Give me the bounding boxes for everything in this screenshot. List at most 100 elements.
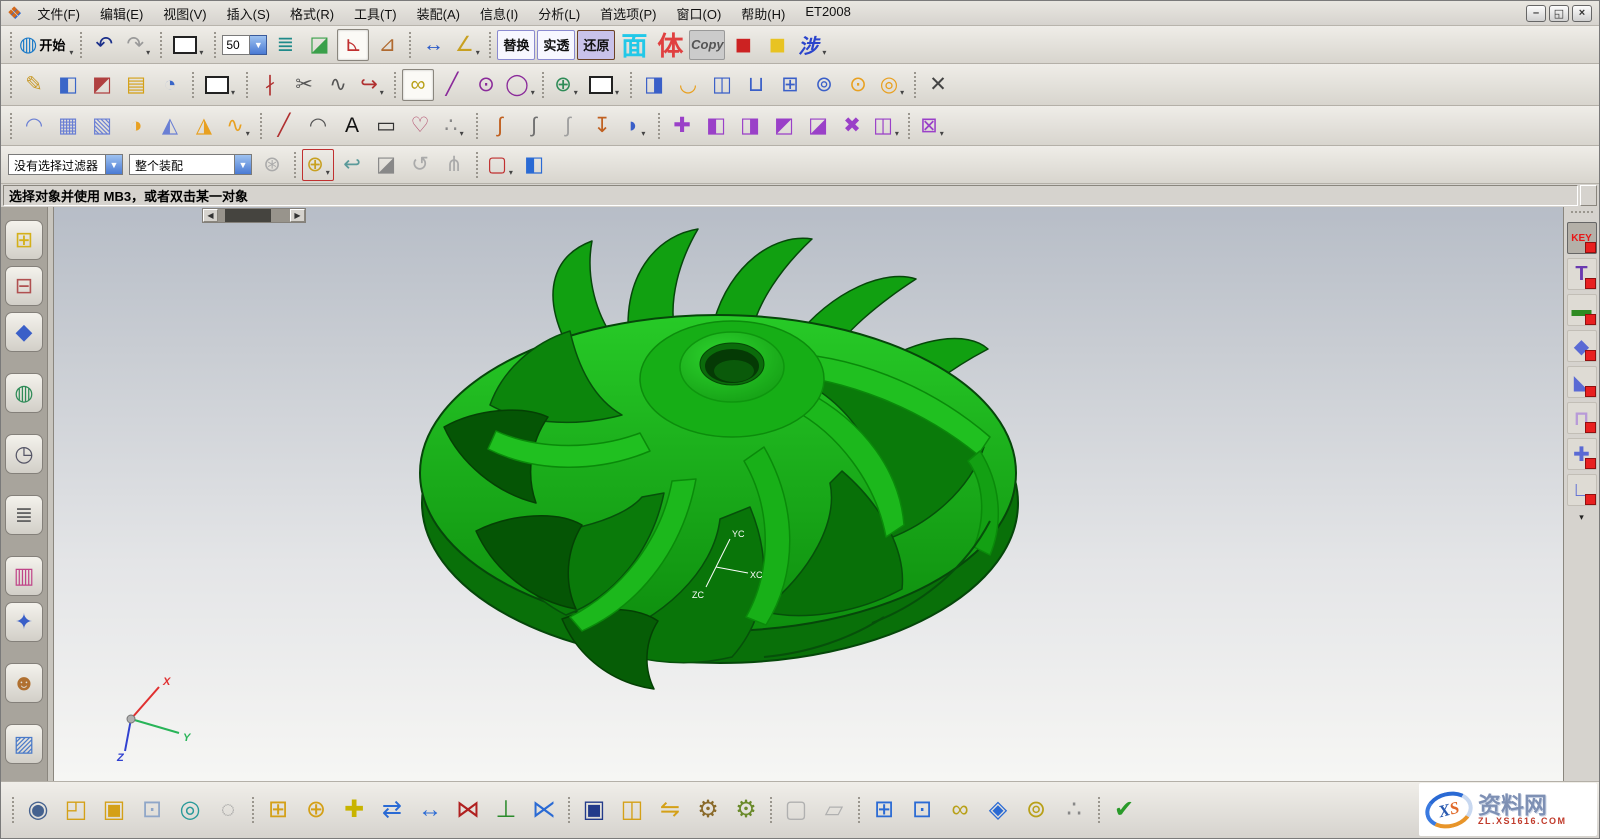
delete-face-button[interactable]: ✖ [836, 110, 868, 142]
exploded-views-button[interactable]: ⊡ [904, 791, 940, 829]
layer-in-view-button[interactable]: ◪ [303, 29, 335, 61]
roles-button[interactable]: ☻ [5, 663, 43, 703]
remember-constraints-button[interactable]: ▣ [576, 791, 612, 829]
wcs-orient-button[interactable]: ⊿ [371, 29, 403, 61]
relations-info-button[interactable]: ⊚ [1018, 791, 1054, 829]
toolbar-grip[interactable] [10, 32, 12, 58]
materials-button[interactable]: ▥ [5, 556, 43, 596]
menu-information[interactable]: 信息(I) [470, 2, 528, 25]
block-part-item[interactable]: ▬ [1567, 294, 1597, 326]
cup-part-item[interactable]: ⊓ [1567, 402, 1597, 434]
new-component-button[interactable]: ⊕ [298, 791, 334, 829]
join-curve-button[interactable]: ∞ [402, 69, 434, 101]
basic-shapes-button[interactable]: ⊕▾ [550, 69, 582, 101]
replace-face-button[interactable]: ◩ [768, 110, 800, 142]
scrollbar-track[interactable] [218, 209, 290, 222]
snap-point-button[interactable]: ⊕▾ [302, 149, 334, 181]
handle-button[interactable]: ⋔ [438, 149, 470, 181]
face-select-button[interactable]: 面 [617, 29, 651, 61]
chevron-down-icon[interactable]: ▾ [940, 129, 944, 141]
cross-part-item[interactable]: ✚ [1567, 438, 1597, 470]
plate-part-item[interactable]: ◣ [1567, 366, 1597, 398]
find-component-button[interactable]: ◉ [20, 791, 56, 829]
impeller-model[interactable]: YC XC ZC [414, 221, 1034, 721]
display-mode-swatch[interactable]: ▾ [168, 29, 208, 61]
revolve-button[interactable]: ◡ [672, 69, 704, 101]
bolt-part-item[interactable]: T [1567, 258, 1597, 290]
measure-angle-button[interactable]: ∠▾ [451, 29, 483, 61]
show-dof-button[interactable]: ⊥ [488, 791, 524, 829]
selection-scope-dropdown[interactable]: 整个装配 ▼ [129, 154, 252, 175]
suppression-variant-button[interactable]: ⚙ [728, 791, 764, 829]
sketch-plane-swatch[interactable]: ▾ [584, 69, 624, 101]
scrollbar-thumb[interactable] [225, 209, 271, 222]
palettes-button[interactable]: ≣ [5, 495, 43, 535]
wrap-curve-button[interactable]: ◗▾ [620, 110, 652, 142]
shell-button[interactable]: ⊔ [740, 69, 772, 101]
replace-component-button[interactable]: ⇋ [652, 791, 688, 829]
toolbar-grip[interactable] [12, 797, 14, 823]
chevron-down-icon[interactable]: ▼ [250, 35, 267, 55]
undo-button[interactable]: ↶ [88, 29, 120, 61]
red-block-button[interactable]: ◼ [727, 29, 759, 61]
chevron-down-icon[interactable]: ▾ [895, 129, 899, 141]
bridge-curve-button[interactable]: ∫ [552, 110, 584, 142]
explode-assembly-button[interactable]: ⊡ [134, 791, 170, 829]
menu-tools[interactable]: 工具(T) [344, 2, 407, 25]
palette-drag-handle[interactable] [1571, 211, 1593, 216]
history-button[interactable]: ◷ [5, 434, 43, 474]
fillet-curve-button[interactable]: ∿ [322, 69, 354, 101]
chevron-down-icon[interactable]: ▼ [105, 155, 122, 174]
minimize-button[interactable]: – [1526, 5, 1546, 22]
copy-face-button[interactable]: ◫▾ [870, 110, 902, 142]
body-select-button[interactable]: 体 [653, 29, 687, 61]
offset-curve-button[interactable]: ∫ [484, 110, 516, 142]
chevron-down-icon[interactable]: ▾ [531, 88, 535, 100]
datum-plane-button[interactable]: ▤ [120, 69, 152, 101]
chevron-down-icon[interactable]: ▾ [476, 48, 480, 60]
trim-body-button[interactable]: ◫ [706, 69, 738, 101]
display-plane-swatch[interactable]: ▾ [200, 69, 240, 101]
chevron-down-icon[interactable]: ▾ [822, 48, 826, 60]
chevron-down-icon[interactable]: ▾ [69, 48, 73, 60]
elbow-part-item[interactable]: ∟ [1567, 474, 1597, 506]
chevron-down-icon[interactable]: ▾ [615, 88, 619, 100]
chevron-down-icon[interactable]: ▾ [146, 48, 150, 60]
studio-surface-button[interactable]: ∿▾ [222, 110, 254, 142]
snapshot-button[interactable]: ◎ [172, 791, 208, 829]
move-component-button[interactable]: ↔ [412, 791, 448, 829]
menu-window[interactable]: 窗口(O) [667, 2, 732, 25]
menu-preferences[interactable]: 首选项(P) [590, 2, 666, 25]
interference-button[interactable]: 涉▾ [795, 29, 827, 61]
extend-curve-button[interactable]: ↪▾ [356, 69, 388, 101]
arrangements-button[interactable]: ⊞ [866, 791, 902, 829]
deferred-update-button[interactable]: ▢ [778, 791, 814, 829]
divide-curve-button[interactable]: ✂ [288, 69, 320, 101]
toolbar-grip[interactable] [10, 72, 12, 98]
canvas-top-scrollbar[interactable]: ◀ ▶ [202, 208, 306, 223]
offset-in-face-button[interactable]: ∫ [518, 110, 550, 142]
datum-csys-button[interactable]: ✕ [922, 69, 954, 101]
chevron-down-icon[interactable]: ▾ [641, 129, 645, 141]
resize-face-button[interactable]: ⊠▾ [916, 110, 948, 142]
constraint-navigator-button[interactable]: ⊟ [5, 266, 43, 306]
circle-button[interactable]: ◯▾ [504, 69, 536, 101]
chevron-down-icon[interactable]: ▾ [231, 88, 235, 100]
menu-edit[interactable]: 编辑(E) [90, 2, 153, 25]
line-button[interactable]: ╱ [436, 69, 468, 101]
extrude-button[interactable]: ◨ [638, 69, 670, 101]
blend-button[interactable]: ◎▾ [876, 69, 908, 101]
menu-analysis[interactable]: 分析(L) [528, 2, 590, 25]
gallery-button[interactable]: ▨ [5, 724, 43, 764]
shaded-view-button[interactable]: ◧ [518, 149, 550, 181]
ruled-surface-button[interactable]: ◠ [18, 110, 50, 142]
measure-distance-button[interactable]: ↔ [417, 29, 449, 61]
move-face-button[interactable]: ✚ [666, 110, 698, 142]
add-component-button[interactable]: ⊞ [260, 791, 296, 829]
replace-display-button[interactable]: 替换 [497, 30, 535, 60]
menu-format[interactable]: 格式(R) [280, 2, 344, 25]
product-outline-button[interactable]: ◌ [210, 791, 246, 829]
part-navigator-button[interactable]: ◆ [5, 312, 43, 352]
chevron-down-icon[interactable]: ▾ [574, 88, 578, 100]
swept-surface-button[interactable]: ◑ [120, 110, 152, 142]
